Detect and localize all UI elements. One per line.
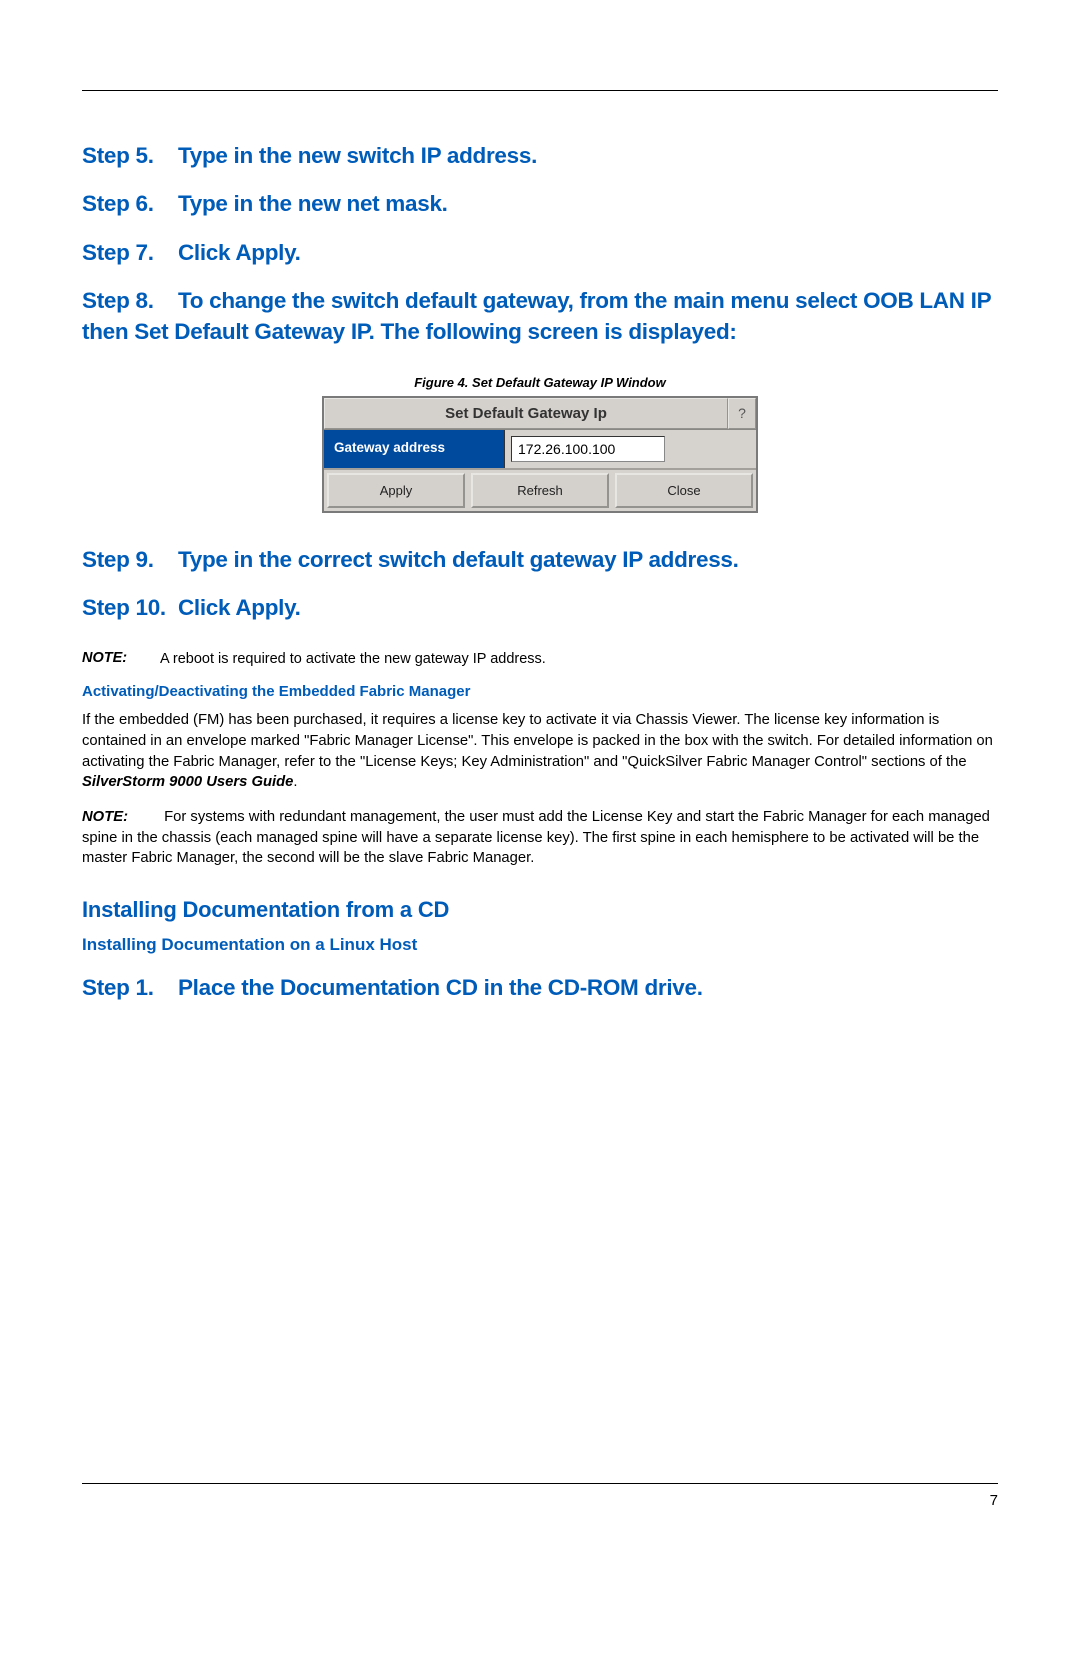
step-7: Step 7. Click Apply. xyxy=(82,238,998,268)
gateway-address-label: Gateway address xyxy=(324,430,505,468)
step-10: Step 10. Click Apply. xyxy=(82,593,998,623)
step-6-text: Type in the new net mask. xyxy=(178,191,448,216)
section-install-cd: Installing Documentation from a CD xyxy=(82,897,998,923)
bottom-rule xyxy=(82,1483,998,1484)
step-8-label: Step 8. xyxy=(82,286,172,316)
step-6: Step 6. Type in the new net mask. xyxy=(82,189,998,219)
step-5-label: Step 5. xyxy=(82,141,172,171)
step-9-text: Type in the correct switch default gatew… xyxy=(178,547,739,572)
note-label: NOTE: xyxy=(82,650,160,670)
step-5-text: Type in the new switch IP address. xyxy=(178,143,537,168)
note-reboot: NOTE: A reboot is required to activate t… xyxy=(82,650,998,670)
fm-activate-paragraph: If the embedded (FM) has been purchased,… xyxy=(82,710,998,793)
cd-step-1: Step 1. Place the Documentation CD in th… xyxy=(82,973,998,1003)
cd-step-1-label: Step 1. xyxy=(82,973,172,1003)
note-body: A reboot is required to activate the new… xyxy=(160,650,998,670)
figure-caption: Figure 4. Set Default Gateway IP Window xyxy=(82,375,998,390)
step-8-text: To change the switch default gateway, fr… xyxy=(82,288,991,343)
fm-para-post: . xyxy=(293,774,297,790)
dialog-title: Set Default Gateway Ip xyxy=(324,398,728,429)
fm-para-em: SilverStorm 9000 Users Guide xyxy=(82,774,293,790)
apply-button[interactable]: Apply xyxy=(327,473,465,508)
subsection-install-linux: Installing Documentation on a Linux Host xyxy=(82,935,998,955)
cd-step-1-text: Place the Documentation CD in the CD-ROM… xyxy=(178,975,703,1000)
fm-para-pre: If the embedded (FM) has been purchased,… xyxy=(82,712,993,769)
step-7-label: Step 7. xyxy=(82,238,172,268)
refresh-button[interactable]: Refresh xyxy=(471,473,609,508)
top-rule xyxy=(82,90,998,91)
step-10-text: Click Apply. xyxy=(178,595,301,620)
page-number: 7 xyxy=(82,1492,998,1509)
gateway-address-input[interactable]: 172.26.100.100 xyxy=(511,436,665,462)
step-10-label: Step 10. xyxy=(82,593,172,623)
close-button[interactable]: Close xyxy=(615,473,753,508)
dialog-gateway: Set Default Gateway Ip ? Gateway address… xyxy=(82,396,998,513)
step-9-label: Step 9. xyxy=(82,545,172,575)
note-redundant: NOTE: For systems with redundant managem… xyxy=(82,807,998,869)
step-7-text: Click Apply. xyxy=(178,240,301,265)
note2-body: For systems with redundant management, t… xyxy=(82,809,990,866)
step-9: Step 9. Type in the correct switch defau… xyxy=(82,545,998,575)
step-8: Step 8. To change the switch default gat… xyxy=(82,286,998,347)
help-icon[interactable]: ? xyxy=(728,398,756,429)
note2-label: NOTE: xyxy=(82,807,160,828)
subhead-fm-activate: Activating/Deactivating the Embedded Fab… xyxy=(82,683,998,700)
step-5: Step 5. Type in the new switch IP addres… xyxy=(82,141,998,171)
step-6-label: Step 6. xyxy=(82,189,172,219)
